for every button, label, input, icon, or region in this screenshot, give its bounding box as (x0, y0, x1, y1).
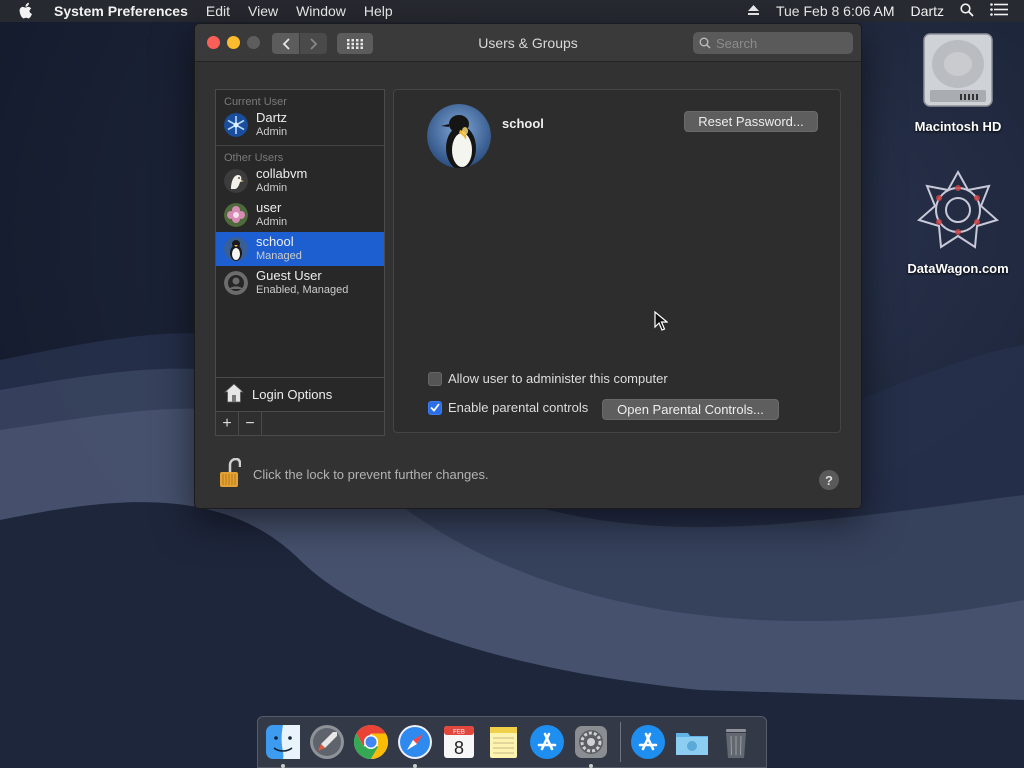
lock-area[interactable]: Click the lock to prevent further change… (219, 457, 489, 491)
desktop-icon-label: Macintosh HD (914, 119, 1002, 134)
allow-admin-checkbox[interactable] (428, 371, 442, 386)
penguin-avatar-icon (224, 237, 248, 261)
mouse-cursor-icon (654, 311, 668, 331)
eject-icon[interactable] (747, 3, 760, 19)
dock-notes[interactable] (484, 723, 522, 761)
login-options-label: Login Options (252, 387, 333, 402)
menu-window[interactable]: Window (296, 3, 346, 19)
user-role: Managed (256, 250, 302, 262)
menu-app-name[interactable]: System Preferences (54, 3, 188, 19)
downloads-folder-icon (676, 733, 708, 755)
flower-avatar-icon (224, 203, 248, 227)
allow-admin-row[interactable]: Allow user to administer this computer (428, 371, 668, 386)
users-list: Current User Dartz Admin Other Users col… (215, 89, 385, 436)
user-detail-pane: school Reset Password... Allow user to a… (393, 89, 841, 433)
safari-icon (398, 725, 432, 759)
notes-icon (490, 727, 517, 758)
user-row-school[interactable]: school Managed (216, 232, 384, 266)
lock-message: Click the lock to prevent further change… (253, 467, 489, 482)
notification-center-icon[interactable] (990, 3, 1008, 19)
dock: FEB 8 (257, 716, 767, 768)
launchpad-icon (310, 725, 344, 759)
allow-admin-label[interactable]: Allow user to administer this computer (448, 371, 668, 386)
house-icon (223, 383, 245, 406)
chrome-icon (354, 725, 388, 759)
eagle-avatar-icon (224, 169, 248, 193)
help-button[interactable]: ? (819, 470, 839, 490)
add-remove-bar: + − (216, 411, 384, 435)
user-name: school (256, 234, 294, 249)
checkmark-icon (430, 403, 440, 412)
system-preferences-icon (575, 726, 607, 758)
search-icon (699, 37, 711, 49)
finder-icon (266, 725, 300, 759)
guest-avatar-icon (224, 271, 248, 295)
desktop-icon-datawagon[interactable]: DataWagon.com (898, 168, 1018, 276)
search-field[interactable] (693, 32, 853, 54)
spotlight-search-icon[interactable] (960, 2, 974, 20)
apple-menu-icon[interactable] (18, 2, 38, 20)
reset-password-button[interactable]: Reset Password... (684, 111, 818, 132)
desktop-icon-label: DataWagon.com (907, 261, 1009, 276)
dock-system-preferences[interactable] (572, 723, 610, 768)
users-groups-window: Users & Groups Current User Dartz Admin … (194, 23, 862, 509)
other-users-header: Other Users (224, 152, 284, 164)
user-name: collabvm (256, 166, 308, 181)
user-row-collabvm[interactable]: collabvm Admin (216, 164, 384, 198)
current-user-header: Current User (224, 96, 287, 108)
menu-help[interactable]: Help (364, 3, 393, 19)
user-row-user[interactable]: user Admin (216, 198, 384, 232)
parental-controls-label[interactable]: Enable parental controls (448, 400, 588, 415)
user-role: Enabled, Managed (256, 284, 349, 296)
calendar-icon: FEB 8 (444, 726, 474, 758)
remove-user-button[interactable]: − (239, 412, 262, 435)
selected-user-name: school (502, 116, 544, 131)
clock[interactable]: Tue Feb 8 6:06 AM (776, 3, 895, 19)
dock-finder[interactable] (264, 723, 302, 768)
dock-app-store-downloads[interactable] (629, 723, 667, 761)
user-name: Guest User (256, 268, 322, 283)
app-store-icon (631, 725, 665, 759)
user-row-guest[interactable]: Guest User Enabled, Managed (216, 266, 384, 300)
title-bar: Users & Groups (195, 24, 861, 62)
user-role: Admin (256, 126, 288, 138)
app-store-icon (530, 725, 564, 759)
menu-view[interactable]: View (248, 3, 278, 19)
unlocked-padlock-icon[interactable] (219, 457, 242, 491)
desktop-icon-macintosh-hd[interactable]: Macintosh HD (898, 30, 1018, 134)
user-row-dartz[interactable]: Dartz Admin (216, 108, 384, 142)
menu-edit[interactable]: Edit (206, 3, 230, 19)
dock-chrome[interactable] (352, 723, 390, 761)
dock-app-store[interactable] (528, 723, 566, 761)
dock-downloads-folder[interactable] (673, 723, 711, 761)
login-options-button[interactable]: Login Options (216, 377, 384, 411)
add-user-button[interactable]: + (216, 412, 239, 435)
calendar-day: 8 (454, 738, 464, 758)
dock-launchpad[interactable] (308, 723, 346, 761)
dock-safari[interactable] (396, 723, 434, 768)
datawagon-logo-icon (898, 168, 1018, 255)
dock-calendar[interactable]: FEB 8 (440, 723, 478, 761)
calendar-month: FEB (453, 730, 465, 736)
penguin-avatar-icon[interactable] (427, 104, 491, 168)
hard-drive-icon (898, 30, 1018, 113)
menu-bar: System Preferences Edit View Window Help… (0, 0, 1024, 22)
parental-controls-checkbox[interactable] (428, 400, 442, 415)
dock-trash[interactable] (717, 723, 755, 761)
user-menu[interactable]: Dartz (911, 3, 944, 19)
dock-separator (620, 722, 621, 762)
user-name: user (256, 200, 282, 215)
snowflake-avatar-icon (224, 113, 248, 137)
user-name: Dartz (256, 110, 288, 125)
parental-controls-row[interactable]: Enable parental controls (428, 400, 588, 415)
trash-icon (726, 729, 746, 758)
search-input[interactable] (716, 35, 846, 51)
open-parental-controls-button[interactable]: Open Parental Controls... (602, 399, 779, 420)
user-role: Admin (256, 182, 288, 194)
user-role: Admin (256, 216, 288, 228)
